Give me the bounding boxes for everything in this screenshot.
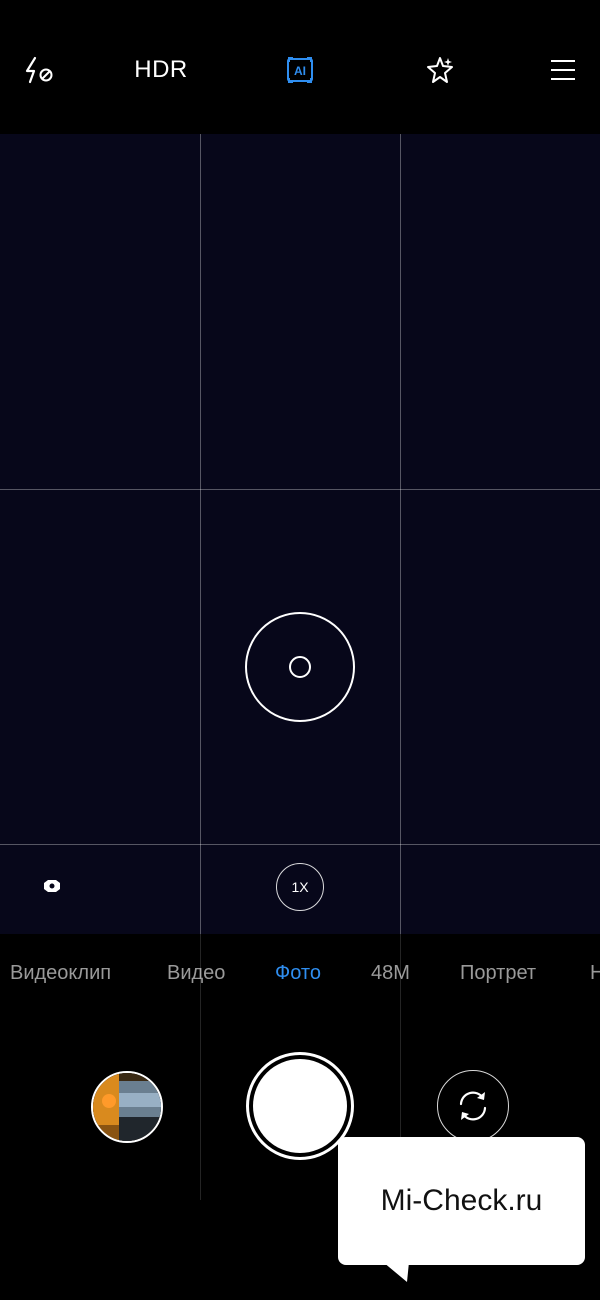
- shutter-button[interactable]: [253, 1059, 347, 1153]
- camera-viewfinder[interactable]: [0, 134, 600, 934]
- ultrawide-lens-icon: [44, 880, 60, 892]
- ai-icon: AI: [287, 57, 313, 83]
- grid-line-vertical: [200, 934, 201, 1200]
- gallery-thumbnail[interactable]: [91, 1071, 163, 1143]
- grid-line-horizontal: [0, 844, 600, 845]
- camera-top-bar: HDR AI: [0, 0, 600, 134]
- zoom-label: 1X: [291, 879, 309, 895]
- flash-off-icon: [25, 56, 53, 84]
- mode-portrait[interactable]: Портрет: [460, 962, 536, 985]
- mode-selector: Видеоклип Видео Фото 48M Портрет Н: [0, 934, 600, 1014]
- mode-48m[interactable]: 48M: [371, 962, 410, 985]
- watermark-text: Mi-Check.ru: [380, 1184, 543, 1217]
- watermark-bubble: Mi-Check.ru: [338, 1137, 585, 1265]
- mode-night[interactable]: Н: [590, 962, 600, 985]
- svg-text:AI: AI: [294, 64, 306, 78]
- beauty-button[interactable]: [412, 42, 468, 98]
- mode-video[interactable]: Видео: [167, 962, 225, 985]
- watermark-bubble-tail: [383, 1262, 409, 1282]
- switch-camera-button[interactable]: [437, 1070, 509, 1142]
- flash-button[interactable]: [14, 42, 64, 98]
- ai-button[interactable]: AI: [272, 42, 328, 98]
- menu-icon: [551, 60, 575, 80]
- menu-button[interactable]: [538, 42, 588, 98]
- ultrawide-lens-button[interactable]: [38, 872, 66, 900]
- zoom-button[interactable]: 1X: [276, 863, 324, 911]
- camera-screen: 1X HDR AI Видеоклип Видео Фото 48M Портр…: [0, 0, 600, 1300]
- hdr-button[interactable]: HDR: [120, 42, 202, 98]
- mode-videoclip[interactable]: Видеоклип: [10, 962, 111, 985]
- grid-line-horizontal: [0, 489, 600, 490]
- switch-camera-icon: [459, 1091, 487, 1121]
- mode-photo[interactable]: Фото: [275, 962, 321, 985]
- hdr-label: HDR: [134, 56, 188, 83]
- beauty-star-icon: [427, 57, 453, 83]
- focus-point: [289, 656, 311, 678]
